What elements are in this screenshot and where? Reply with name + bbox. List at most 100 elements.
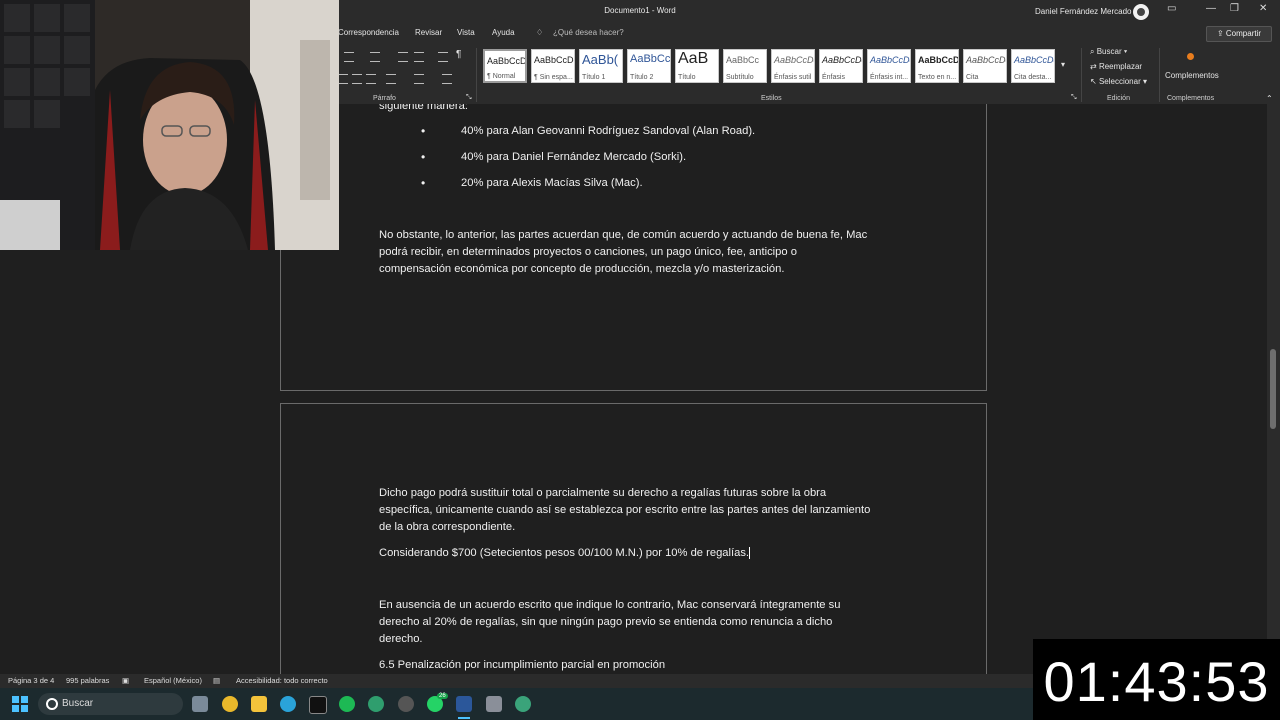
tell-me-search[interactable]: ¿Qué desea hacer? bbox=[553, 28, 624, 37]
scroll-thumb[interactable] bbox=[1270, 349, 1276, 429]
line-spacing-icon[interactable] bbox=[386, 74, 396, 84]
style-name: Título bbox=[678, 74, 696, 81]
styles-launcher-icon[interactable]: ⤡ bbox=[1071, 94, 1077, 102]
body-paragraph: Dicho pago podrá sustituir total o parci… bbox=[379, 485, 889, 536]
style-name: Énfasis bbox=[822, 74, 845, 81]
vertical-scrollbar[interactable] bbox=[1267, 104, 1280, 674]
style-enfasis-intenso[interactable]: AaBbCcDc Énfasis int... bbox=[867, 49, 911, 83]
minimize-icon[interactable]: — bbox=[1206, 3, 1216, 14]
shading-icon[interactable] bbox=[414, 74, 424, 84]
style-titulo-1[interactable]: AaBb( Título 1 bbox=[579, 49, 623, 83]
status-words[interactable]: 995 palabras bbox=[66, 676, 109, 685]
style-name: Título 1 bbox=[582, 74, 606, 81]
style-cita[interactable]: AaBbCcDc Cita bbox=[963, 49, 1007, 83]
style-sample: AaBbCcDc bbox=[966, 55, 1007, 65]
search-icon: ⌕ bbox=[1090, 47, 1097, 56]
restore-icon[interactable]: ❐ bbox=[1230, 3, 1239, 14]
styles-more-icon[interactable]: ▾ bbox=[1061, 60, 1065, 69]
obs-icon[interactable] bbox=[398, 696, 414, 712]
task-view-icon[interactable] bbox=[192, 696, 208, 712]
bullet-item: 20% para Alexis Macías Silva (Mac). bbox=[461, 177, 643, 189]
style-cita-destacada[interactable]: AaBbCcDc Cita desta... bbox=[1011, 49, 1055, 83]
style-sample: AaBbCcDc bbox=[822, 55, 863, 65]
user-name[interactable]: Daniel Fernández Mercado bbox=[1035, 7, 1132, 16]
align-left-icon[interactable] bbox=[338, 74, 348, 84]
close-icon[interactable]: ✕ bbox=[1259, 3, 1267, 14]
user-avatar[interactable] bbox=[1133, 4, 1149, 20]
timer-text: 01:43:53 bbox=[1043, 650, 1270, 713]
cut-line: siguiente manera: bbox=[379, 104, 468, 112]
edge-icon[interactable] bbox=[368, 696, 384, 712]
separator bbox=[476, 48, 477, 102]
style-sample: AaBbCc bbox=[630, 53, 671, 65]
calculator-icon[interactable] bbox=[486, 696, 502, 712]
decrease-indent-icon[interactable] bbox=[398, 52, 408, 62]
separator bbox=[1159, 48, 1160, 102]
tab-correspondencia[interactable]: Correspondencia bbox=[338, 28, 399, 37]
style-sample: AaBbCcDc bbox=[774, 55, 815, 65]
windows-start-icon[interactable] bbox=[12, 696, 28, 712]
paragraph-line: No obstante, lo anterior, las partes acu… bbox=[379, 229, 868, 241]
style-normal[interactable]: AaBbCcDc ¶ Normal bbox=[483, 49, 527, 83]
proofing-icon[interactable]: ▣ bbox=[122, 676, 129, 685]
paragraph-line: Dicho pago podrá sustituir total o parci… bbox=[379, 487, 827, 499]
list-icon[interactable] bbox=[370, 52, 380, 62]
sort-icon[interactable] bbox=[438, 52, 448, 62]
paragraph-line: podrá recibir, en determinados proyectos… bbox=[379, 246, 797, 258]
multilevel-list-icon[interactable] bbox=[344, 52, 354, 62]
telegram-icon[interactable] bbox=[280, 696, 296, 712]
collapse-ribbon-icon[interactable]: ⌃ bbox=[1266, 94, 1273, 103]
increase-indent-icon[interactable] bbox=[414, 52, 424, 62]
share-icon: ⇪ bbox=[1216, 29, 1226, 38]
tab-vista[interactable]: Vista bbox=[457, 28, 475, 37]
style-sin-espaciado[interactable]: AaBbCcDc ¶ Sin espa... bbox=[531, 49, 575, 83]
lightbulb-icon: ♢ bbox=[536, 28, 544, 37]
style-sample: AaBbCcDc bbox=[918, 55, 959, 65]
group-label-estilos: Estilos bbox=[761, 95, 782, 102]
ribbon-display-icon[interactable]: ▭ bbox=[1167, 3, 1176, 14]
status-accessibility[interactable]: Accesibilidad: todo correcto bbox=[236, 676, 328, 685]
page[interactable]: siguiente manera: • 40% para Alan Geovan… bbox=[280, 104, 987, 391]
tab-revisar[interactable]: Revisar bbox=[415, 28, 442, 37]
globe-icon[interactable] bbox=[515, 696, 531, 712]
borders-icon[interactable] bbox=[442, 74, 452, 84]
page[interactable]: Dicho pago podrá sustituir total o parci… bbox=[280, 403, 987, 674]
chrome-icon[interactable] bbox=[222, 696, 238, 712]
seleccionar-button[interactable]: ↖ Seleccionar ▾ bbox=[1090, 77, 1147, 86]
style-name: Subtítulo bbox=[726, 74, 754, 81]
text-cursor bbox=[749, 547, 751, 560]
capcut-icon[interactable] bbox=[309, 696, 327, 714]
style-sample: AaBbCcDc bbox=[870, 55, 911, 65]
style-texto-en-negrita[interactable]: AaBbCcDc Texto en n... bbox=[915, 49, 959, 83]
style-titulo[interactable]: AaB Título bbox=[675, 49, 719, 83]
taskbar-search[interactable]: Buscar bbox=[38, 693, 183, 715]
buscar-button[interactable]: ⌕ Buscar ▾ bbox=[1090, 47, 1127, 57]
pilcrow-icon[interactable]: ¶ bbox=[456, 49, 461, 60]
active-indicator bbox=[458, 717, 470, 719]
style-sample: AaBb( bbox=[582, 52, 619, 67]
tab-ayuda[interactable]: Ayuda bbox=[492, 28, 515, 37]
status-language[interactable]: Español (México) bbox=[144, 676, 202, 685]
spotify-icon[interactable] bbox=[339, 696, 355, 712]
add-ins-icon[interactable] bbox=[1187, 53, 1194, 60]
focus-icon[interactable]: ▤ bbox=[213, 676, 220, 685]
style-name: Texto en n... bbox=[918, 74, 957, 81]
complementos-button[interactable]: Complementos bbox=[1165, 71, 1219, 80]
justify-icon[interactable] bbox=[366, 74, 376, 84]
style-enfasis[interactable]: AaBbCcDc Énfasis bbox=[819, 49, 863, 83]
share-button[interactable]: ⇪ Compartir bbox=[1206, 26, 1272, 42]
status-page[interactable]: Página 3 de 4 bbox=[8, 676, 54, 685]
paragraph-launcher-icon[interactable]: ⤡ bbox=[466, 94, 472, 102]
align-center-icon[interactable] bbox=[352, 74, 362, 84]
replace-icon: ⇄ bbox=[1090, 62, 1099, 71]
paragraph-line: derecho. bbox=[379, 633, 423, 645]
style-name: Título 2 bbox=[630, 74, 654, 81]
file-explorer-icon[interactable] bbox=[251, 696, 267, 712]
reemplazar-button[interactable]: ⇄ Reemplazar bbox=[1090, 62, 1142, 71]
bullet-icon: • bbox=[421, 124, 426, 138]
word-icon[interactable] bbox=[456, 696, 472, 712]
style-name: Énfasis sutil bbox=[774, 74, 812, 81]
style-titulo-2[interactable]: AaBbCc Título 2 bbox=[627, 49, 671, 83]
style-enfasis-sutil[interactable]: AaBbCcDc Énfasis sutil bbox=[771, 49, 815, 83]
style-subtitulo[interactable]: AaBbCc Subtítulo bbox=[723, 49, 767, 83]
